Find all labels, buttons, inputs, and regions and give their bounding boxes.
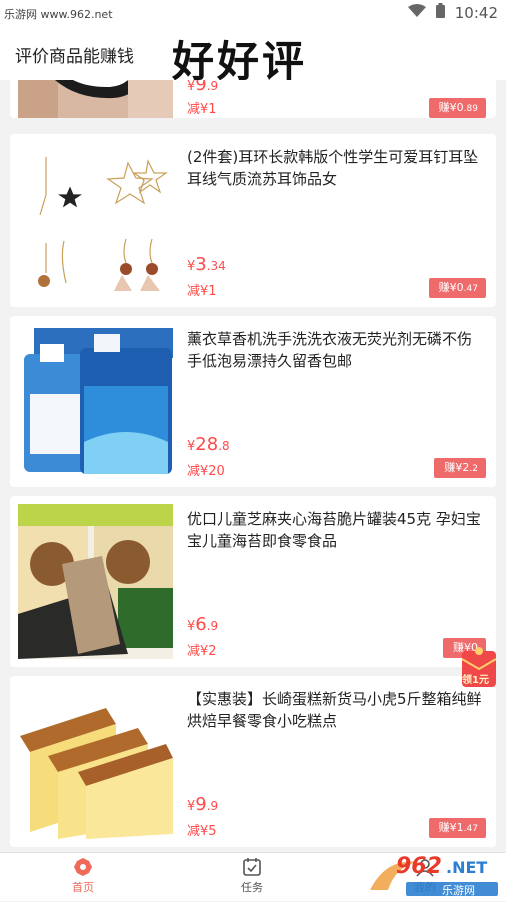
discount-label: 减¥1	[187, 284, 217, 299]
app-header: 评价商品能赚钱 好好评	[0, 26, 506, 86]
discount-label: 减¥5	[187, 824, 217, 839]
site-label: 乐游网 www.962.net	[4, 8, 113, 21]
product-price: ¥9.9	[187, 794, 219, 815]
product-image-castella	[18, 684, 173, 839]
badge-label: 领1元	[462, 675, 489, 686]
battery-icon	[435, 3, 445, 22]
product-card[interactable]: 【实惠装】长崎蛋糕新货马小虎5斤整箱纯鲜烘焙早餐零食小吃糕点 ¥9.9 减¥5 …	[10, 676, 496, 847]
product-card[interactable]: (2件套)耳环长款韩版个性学生可爱耳钉耳坠耳线气质流苏耳饰品女 ¥3.34 减¥…	[10, 134, 496, 307]
product-image-seaweed	[18, 504, 173, 659]
header-slogan: 评价商品能赚钱	[15, 47, 134, 67]
product-price: ¥6.9	[187, 614, 219, 635]
earn-tag[interactable]: 赚¥0.47	[428, 278, 486, 298]
site-watermark: 962 .NET 乐游网	[366, 852, 502, 898]
tab-home-label: 首页	[72, 881, 94, 894]
red-envelope-badge[interactable]: 领1元	[456, 645, 502, 691]
task-calendar-icon	[243, 858, 261, 876]
product-card[interactable]: 优口儿童芝麻夹心海苔脆片罐装45克 孕妇宝宝儿童海苔即食零食品 ¥6.9 减¥2…	[10, 496, 496, 667]
product-title: 薰衣草香机洗手洗洗衣液无荧光剂无磷不伤手低泡易漂持久留香包邮	[187, 330, 473, 370]
product-list[interactable]: ¥9.9 减¥1 赚¥0.89 (2件套)耳环长款韩版个性学生可爱耳钉耳坠耳线气…	[0, 80, 506, 852]
product-price: ¥9.9	[187, 80, 219, 95]
status-bar: 乐游网 www.962.net 10:42	[0, 0, 506, 26]
watermark-number: 962	[396, 854, 442, 879]
wifi-icon	[407, 3, 426, 22]
product-title: (2件套)耳环长款韩版个性学生可爱耳钉耳坠耳线气质流苏耳饰品女	[187, 148, 479, 188]
earn-tag[interactable]: 赚¥2.2	[434, 458, 486, 478]
tab-task[interactable]: 任务	[212, 857, 292, 895]
discount-label: 减¥2	[187, 644, 217, 659]
home-icon	[74, 858, 92, 876]
discount-label: 减¥1	[187, 102, 217, 117]
product-price: ¥3.34	[187, 254, 226, 275]
tab-home[interactable]: 首页	[43, 857, 123, 895]
product-card[interactable]: 薰衣草香机洗手洗洗衣液无荧光剂无磷不伤手低泡易漂持久留香包邮 ¥28.8 减¥2…	[10, 316, 496, 487]
product-image-earrings	[18, 143, 173, 298]
earn-tag[interactable]: 赚¥1.47	[428, 818, 486, 838]
product-title: 【实惠装】长崎蛋糕新货马小虎5斤整箱纯鲜烘焙早餐零食小吃糕点	[187, 690, 482, 730]
product-title: 优口儿童芝麻夹心海苔脆片罐装45克 孕妇宝宝儿童海苔即食零食品	[187, 510, 481, 550]
product-image-detergent	[18, 324, 173, 479]
product-price: ¥28.8	[187, 434, 230, 455]
earn-tag[interactable]: 赚¥0.89	[428, 98, 486, 118]
tab-task-label: 任务	[241, 881, 263, 894]
watermark-caption: 乐游网	[442, 884, 475, 897]
watermark-suffix: .NET	[446, 858, 488, 877]
discount-label: 减¥20	[187, 464, 225, 479]
product-card[interactable]: ¥9.9 减¥1 赚¥0.89	[10, 80, 496, 118]
clock: 10:42	[454, 3, 498, 22]
product-image-watch	[18, 80, 173, 118]
